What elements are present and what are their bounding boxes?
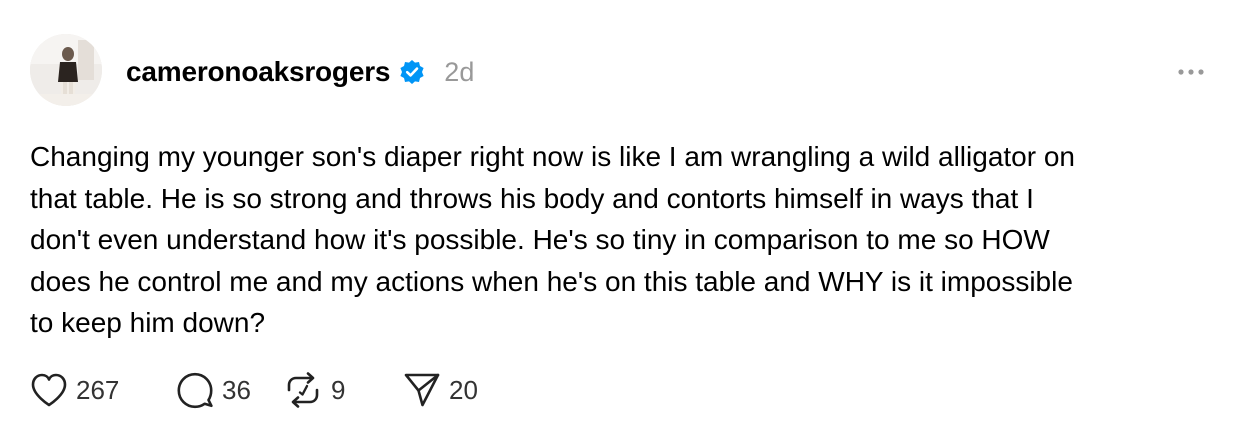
post-actions: 267 36 9 20 — [30, 370, 478, 410]
like-count: 267 — [76, 374, 120, 405]
username[interactable]: cameronoaksrogers — [126, 56, 390, 88]
more-options-icon[interactable] — [1176, 62, 1206, 82]
verified-badge-icon — [399, 59, 425, 85]
avatar-image — [30, 34, 102, 106]
heart-icon — [30, 372, 68, 408]
reply-count: 36 — [222, 374, 251, 405]
comment-icon — [176, 371, 214, 409]
reply-button[interactable]: 36 — [176, 371, 283, 409]
share-count: 20 — [449, 374, 478, 405]
post-text: Changing my younger son's diaper right n… — [30, 141, 1075, 338]
like-button[interactable]: 267 — [30, 372, 155, 408]
threads-post: cameronoaksrogers 2d Changing my younger… — [0, 0, 1242, 426]
repost-button[interactable]: 9 — [283, 371, 403, 409]
post-timestamp: 2d — [444, 56, 475, 87]
share-button[interactable]: 20 — [403, 371, 478, 409]
avatar[interactable] — [30, 34, 102, 106]
send-icon — [403, 371, 441, 409]
repost-count: 9 — [331, 374, 346, 405]
post-header: cameronoaksrogers 2d — [126, 52, 474, 92]
repost-icon — [283, 371, 323, 409]
